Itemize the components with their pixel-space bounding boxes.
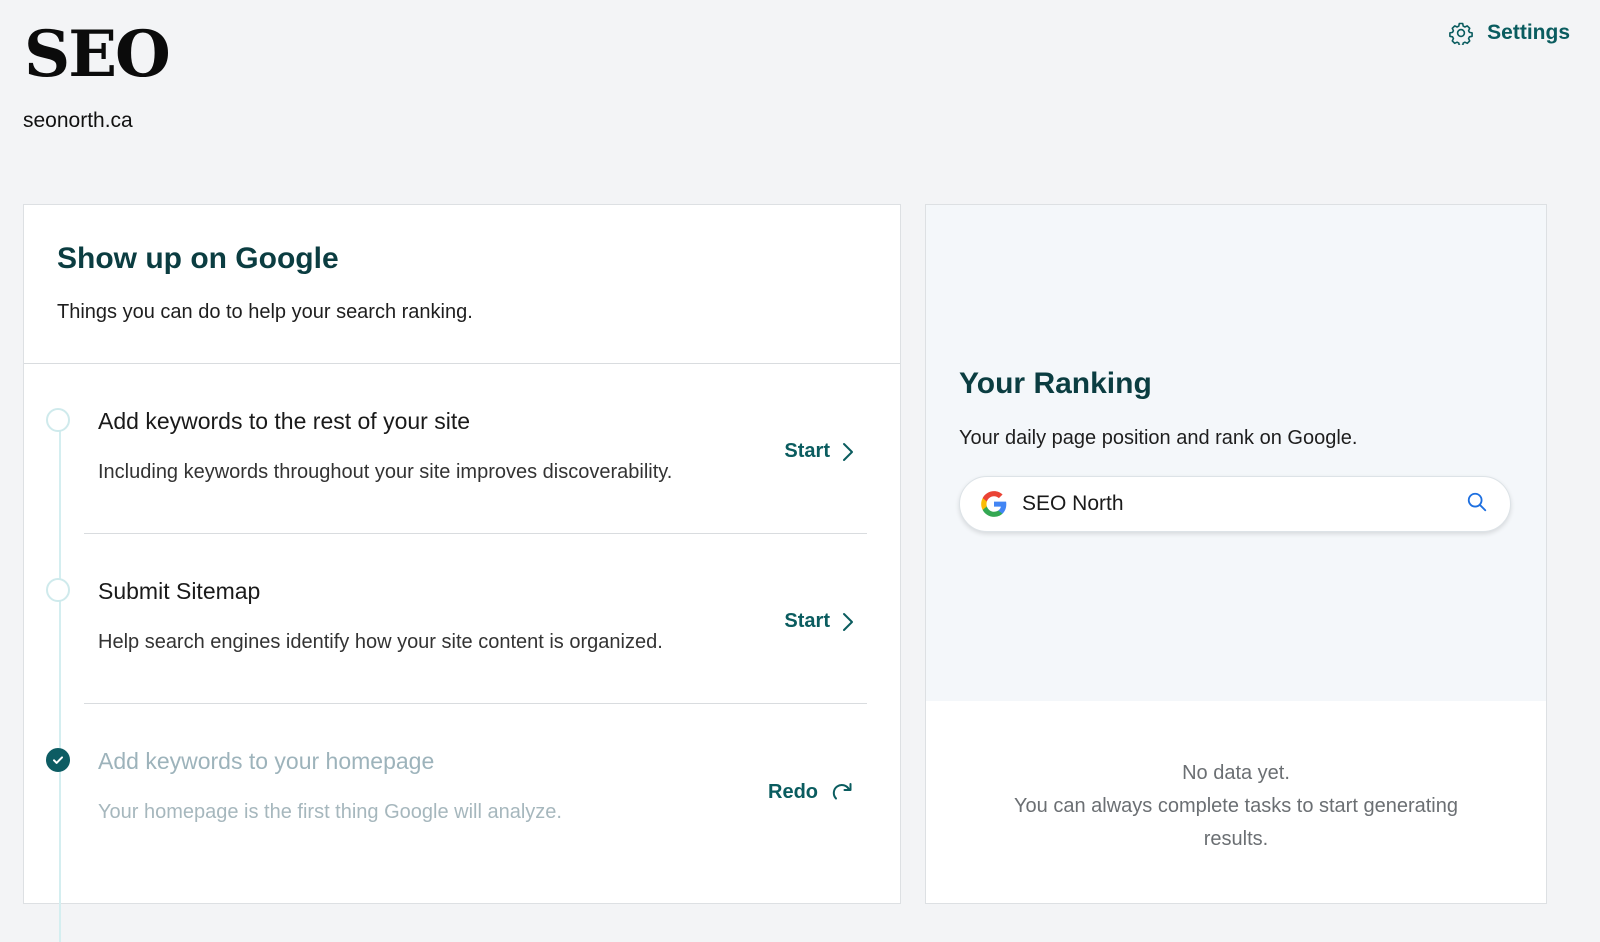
card-subtitle: Things you can do to help your search ra… [57, 301, 473, 323]
start-label: Start [784, 440, 830, 462]
task-title: Add keywords to the rest of your site [98, 408, 471, 434]
task-description: Including keywords throughout your site … [98, 461, 673, 483]
redo-icon [830, 780, 854, 804]
empty-state-title: No data yet. [1182, 762, 1290, 784]
task-item: Submit Sitemap Help search engines ident… [24, 534, 900, 704]
ranking-title: Your Ranking [959, 367, 1152, 400]
settings-label: Settings [1487, 21, 1570, 44]
search-input[interactable] [1020, 491, 1466, 517]
task-item: Add keywords to your homepage Your homep… [24, 704, 900, 874]
site-domain: seonorth.ca [23, 109, 133, 132]
chevron-right-icon [842, 442, 854, 462]
empty-state-message: You can always complete tasks to start g… [1014, 795, 1458, 850]
ranking-search-box[interactable] [959, 476, 1511, 532]
search-icon[interactable] [1466, 491, 1488, 518]
gear-icon [1449, 21, 1474, 45]
start-button[interactable]: Start [784, 610, 854, 633]
task-description: Your homepage is the first thing Google … [98, 801, 562, 823]
site-logo: SEO [24, 17, 171, 92]
status-circle-icon [46, 578, 70, 602]
task-title: Add keywords to your homepage [98, 748, 435, 774]
empty-state: No data yet. You can always complete tas… [926, 757, 1546, 856]
chevron-right-icon [842, 612, 854, 632]
google-icon [980, 490, 1008, 518]
start-label: Start [784, 610, 830, 632]
task-description: Help search engines identify how your si… [98, 631, 663, 653]
redo-label: Redo [768, 780, 818, 803]
task-item: Add keywords to the rest of your site In… [24, 364, 900, 534]
your-ranking-card: Your Ranking Your daily page position an… [925, 204, 1547, 904]
show-up-on-google-card: Show up on Google Things you can do to h… [23, 204, 901, 942]
task-list: Add keywords to the rest of your site In… [24, 364, 900, 942]
ranking-header: Your Ranking Your daily page position an… [926, 205, 1546, 701]
card-title: Show up on Google [57, 242, 339, 275]
start-button[interactable]: Start [784, 440, 854, 463]
task-title: Submit Sitemap [98, 578, 261, 604]
ranking-subtitle: Your daily page position and rank on Goo… [959, 427, 1358, 449]
card-header: Show up on Google Things you can do to h… [24, 205, 900, 364]
status-circle-icon [46, 408, 70, 432]
redo-button[interactable]: Redo [768, 780, 854, 804]
settings-link[interactable]: Settings [1449, 21, 1570, 45]
checkmark-icon [46, 748, 70, 772]
